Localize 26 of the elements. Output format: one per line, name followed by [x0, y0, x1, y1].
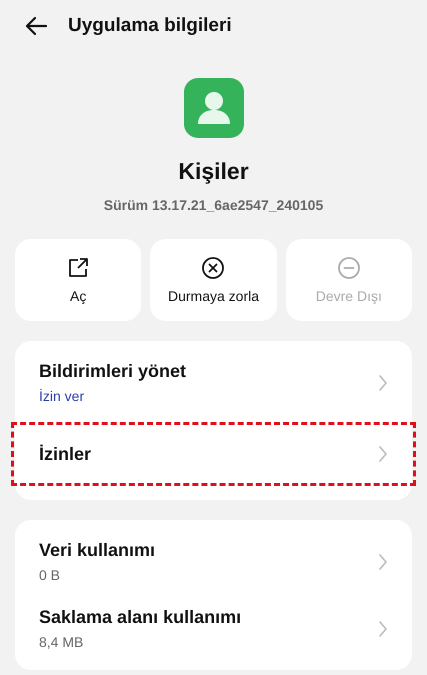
chevron-right-icon: [378, 445, 388, 463]
app-name: Kişiler: [178, 158, 249, 185]
contacts-app-icon: [184, 78, 244, 138]
back-arrow-icon: [24, 16, 48, 36]
screen-title: Uygulama bilgileri: [68, 15, 232, 37]
chevron-right-icon: [378, 374, 388, 392]
action-button[interactable]: Aç: [15, 239, 142, 321]
close-circle-icon: [201, 256, 226, 280]
settings-row[interactable]: Bildirimleri yönet İzin ver: [15, 349, 412, 416]
chevron-right-icon: [378, 620, 388, 638]
chevron-right-icon: [378, 552, 388, 570]
settings-row[interactable]: İzinler: [11, 422, 416, 486]
settings-row[interactable]: Veri kullanımı 0 B: [15, 528, 412, 595]
back-button[interactable]: [24, 16, 48, 36]
row-subtitle: İzin ver: [39, 388, 86, 404]
row-title: İzinler: [39, 444, 92, 464]
row-subtitle: 0 B: [39, 567, 62, 583]
row-subtitle: 8,4 MB: [39, 634, 84, 650]
minus-circle-icon: [336, 256, 361, 280]
row-title: Bildirimleri yönet: [39, 361, 186, 382]
app-version: Sürüm 13.17.21_6ae2547_240105: [104, 197, 324, 213]
row-title: Veri kullanımı: [39, 540, 156, 561]
share-icon: [66, 256, 90, 280]
action-button[interactable]: Durmaya zorla: [150, 239, 277, 321]
row-title: Saklama alanı kullanımı: [39, 607, 242, 628]
settings-row[interactable]: Saklama alanı kullanımı 8,4 MB: [15, 595, 412, 662]
